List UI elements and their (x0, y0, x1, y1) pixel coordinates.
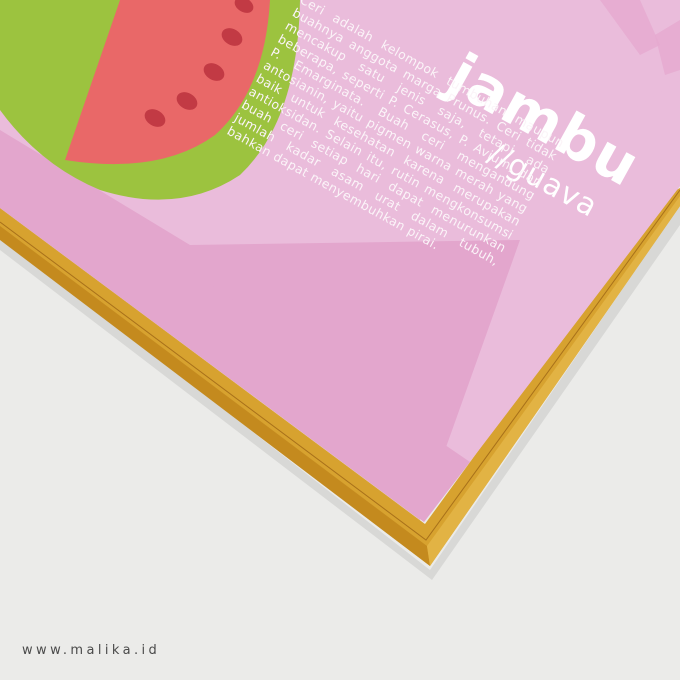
poster-text-layer: jambu //guava Ceri adalah kelompok tumbu… (0, 0, 680, 680)
watermark: www.malika.id (22, 643, 161, 658)
poster-body-text: Ceri adalah kelompok tumbuhan maupun bua… (224, 0, 568, 269)
